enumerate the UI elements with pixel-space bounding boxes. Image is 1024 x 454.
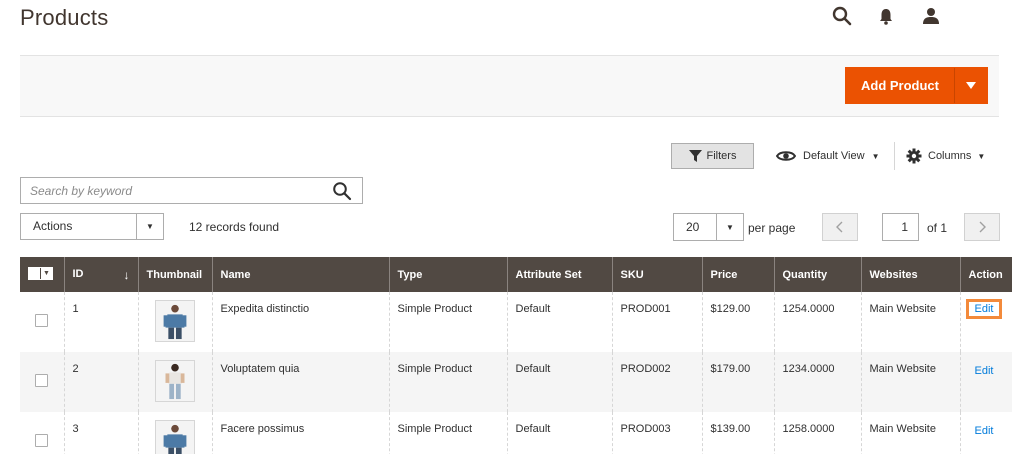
cell-price: $139.00	[701, 412, 774, 454]
edit-link[interactable]: Edit	[970, 423, 999, 439]
add-product-button[interactable]: Add Product	[846, 68, 954, 103]
search-icon[interactable]	[830, 4, 854, 28]
grid-header-row: ▼ ID ↓ Thumbnail Name Type Attribute Set …	[20, 257, 1012, 292]
column-header-quantity[interactable]: Quantity	[773, 257, 861, 292]
per-page-value: 20	[686, 220, 700, 234]
caret-down-icon: ▼	[977, 151, 986, 161]
row-select-cell	[20, 412, 64, 454]
column-label: ID	[72, 267, 84, 280]
cell-name: Expedita distinctio	[211, 292, 389, 352]
cell-websites: Main Website	[860, 412, 960, 454]
caret-down-icon: ▼	[871, 151, 880, 161]
actions-label: Actions	[33, 219, 73, 233]
cell-sku: PROD002	[611, 352, 702, 412]
column-header-websites[interactable]: Websites	[860, 257, 960, 292]
chevron-left-icon	[836, 221, 843, 233]
add-product-button-group: Add Product	[845, 67, 988, 104]
view-label: Default View	[803, 150, 865, 162]
caret-down-icon: ▼	[136, 214, 163, 239]
cell-thumbnail	[137, 292, 212, 352]
cell-type: Simple Product	[388, 292, 507, 352]
product-thumbnail[interactable]	[154, 300, 195, 342]
table-row: 2 Voluptatem quia Simple Product Default…	[20, 352, 1012, 412]
row-select-cell	[20, 352, 64, 412]
cell-action: Edit	[959, 292, 1012, 352]
search-input[interactable]	[21, 178, 311, 203]
cell-action: Edit	[959, 352, 1012, 412]
cell-name: Voluptatem quia	[211, 352, 389, 412]
cell-action: Edit	[959, 412, 1012, 454]
caret-down-icon: ▼	[43, 270, 50, 277]
cell-thumbnail	[137, 352, 212, 412]
search-icon[interactable]	[332, 181, 352, 201]
keyword-search	[20, 177, 363, 204]
cell-websites: Main Website	[860, 292, 960, 352]
per-page-select[interactable]: 20 ▼	[673, 213, 744, 241]
records-count: 12 records found	[189, 220, 280, 234]
product-thumbnail[interactable]	[154, 420, 195, 454]
cell-thumbnail	[137, 412, 212, 454]
column-header-type[interactable]: Type	[388, 257, 507, 292]
column-header-action: Action	[959, 257, 1012, 292]
bell-icon[interactable]	[874, 4, 898, 28]
cell-quantity: 1258.0000	[773, 412, 861, 454]
next-page-button[interactable]	[964, 213, 1000, 241]
filters-label: Filters	[706, 150, 737, 162]
cell-price: $129.00	[701, 292, 774, 352]
caret-down-icon: ▼	[716, 214, 743, 240]
cell-quantity: 1254.0000	[773, 292, 861, 352]
edit-link[interactable]: Edit	[965, 299, 1003, 319]
cell-type: Simple Product	[388, 412, 507, 454]
row-checkbox[interactable]	[35, 374, 48, 387]
funnel-icon	[688, 150, 702, 162]
per-page-label: per page	[748, 221, 796, 235]
filters-button[interactable]: Filters	[671, 143, 754, 169]
table-row: 1 Expedita distinctio Simple Product Def…	[20, 292, 1012, 352]
column-header-price[interactable]: Price	[701, 257, 774, 292]
eye-icon	[776, 151, 796, 161]
columns-label: Columns	[928, 150, 972, 162]
cell-attribute-set: Default	[506, 352, 612, 412]
columns-control[interactable]: Columns ▼	[906, 146, 985, 166]
column-header-attribute-set[interactable]: Attribute Set	[506, 257, 612, 292]
column-header-sku[interactable]: SKU	[611, 257, 702, 292]
chevron-right-icon	[979, 221, 986, 233]
page-total: of 1	[927, 221, 948, 235]
row-checkbox[interactable]	[35, 434, 48, 447]
cell-quantity: 1234.0000	[773, 352, 861, 412]
add-product-dropdown-toggle[interactable]	[954, 68, 987, 103]
table-row: 3 Facere possimus Simple Product Default…	[20, 412, 1012, 454]
cell-attribute-set: Default	[506, 412, 612, 454]
page-number-input[interactable]: 1	[882, 213, 919, 241]
cell-sku: PROD003	[611, 412, 702, 454]
toolbar-divider	[894, 142, 895, 170]
caret-down-icon	[966, 81, 976, 89]
row-select-cell	[20, 292, 64, 352]
user-icon[interactable]	[919, 4, 943, 28]
cell-name: Facere possimus	[211, 412, 389, 454]
view-switcher[interactable]: Default View ▼	[776, 146, 879, 166]
column-header-thumbnail[interactable]: Thumbnail	[137, 257, 212, 292]
column-header-name[interactable]: Name	[211, 257, 389, 292]
edit-link[interactable]: Edit	[970, 363, 999, 379]
cell-price: $179.00	[701, 352, 774, 412]
mass-actions-select[interactable]: Actions ▼	[20, 213, 164, 240]
cell-attribute-set: Default	[506, 292, 612, 352]
mass-select-header[interactable]: ▼	[20, 257, 64, 292]
page-title: Products	[20, 5, 109, 30]
cell-type: Simple Product	[388, 352, 507, 412]
previous-page-button[interactable]	[822, 213, 858, 241]
product-thumbnail[interactable]	[154, 360, 195, 402]
mass-select-dropdown[interactable]: ▼	[28, 267, 53, 280]
cell-id: 2	[63, 352, 138, 412]
cell-id: 1	[63, 292, 138, 352]
cell-websites: Main Website	[860, 352, 960, 412]
sort-arrow-icon: ↓	[123, 267, 130, 282]
gear-icon	[906, 148, 922, 164]
cell-sku: PROD001	[611, 292, 702, 352]
column-header-id[interactable]: ID ↓	[63, 257, 138, 292]
products-grid: ▼ ID ↓ Thumbnail Name Type Attribute Set …	[20, 257, 1012, 454]
row-checkbox[interactable]	[35, 314, 48, 327]
cell-id: 3	[63, 412, 138, 454]
